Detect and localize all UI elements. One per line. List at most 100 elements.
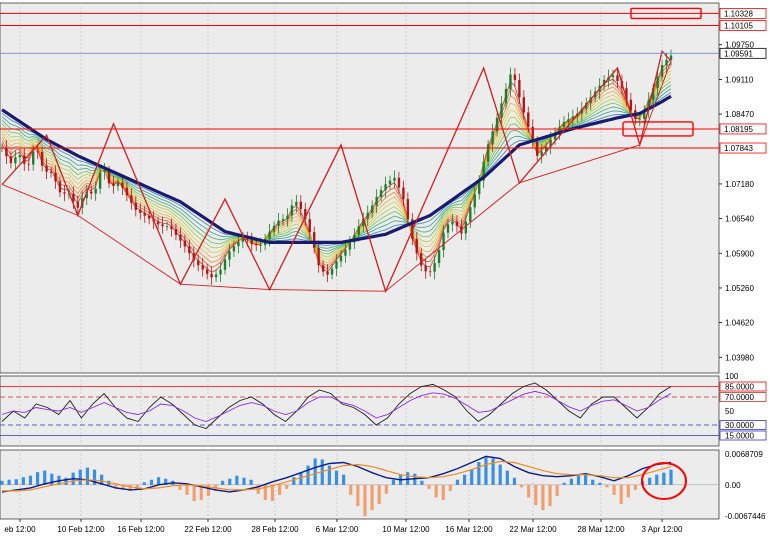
candle-body <box>335 261 338 269</box>
candle-body <box>562 122 566 127</box>
macd-histogram-bar <box>327 465 331 485</box>
time-tick-label-8: 22 Mar 12:00 <box>509 525 557 534</box>
candle-body <box>272 225 276 232</box>
candle-body <box>330 268 334 275</box>
price-tick-label-3: 1.08470 <box>725 110 754 119</box>
macd-histogram-bar <box>192 484 196 502</box>
candle-body <box>268 231 271 239</box>
macd-histogram-bar <box>334 470 339 485</box>
time-tick-label-0: eb 12:00 <box>4 525 36 534</box>
macd-histogram-bar <box>484 457 488 485</box>
time-tick-label-3: 22 Feb 12:00 <box>184 525 232 534</box>
candle-body <box>219 269 222 275</box>
candle-body <box>313 232 316 248</box>
panel-backgrounds <box>0 2 720 520</box>
macd-histogram-bar <box>235 475 239 485</box>
candle-body <box>437 250 441 264</box>
time-tick-label-1: 10 Feb 12:00 <box>57 525 105 534</box>
candle-body <box>130 195 133 203</box>
candle-body <box>201 265 204 270</box>
candle-body <box>375 196 378 206</box>
macd-histogram-bar <box>548 484 552 507</box>
candle-body <box>63 192 66 194</box>
level-tag-label-0: 1.10328 <box>724 9 753 18</box>
candle-body <box>107 170 111 184</box>
candle-body <box>170 226 173 230</box>
macd-histogram-bar <box>249 479 253 485</box>
candle-body <box>9 156 13 164</box>
candle-body <box>402 187 405 200</box>
candle-body <box>665 59 668 66</box>
rsi-tick-label-4: 30.0000 <box>725 421 754 430</box>
candle-body <box>179 234 182 241</box>
macd-histogram-bar <box>534 484 538 506</box>
candle-body <box>103 170 106 173</box>
time-tick-label-4: 28 Feb 12:00 <box>251 525 299 534</box>
macd-histogram-bar <box>569 478 573 485</box>
macd-histogram-bar <box>14 479 18 485</box>
macd-histogram-bar <box>142 482 146 485</box>
candle-body <box>112 183 115 187</box>
macd-histogram-bar <box>626 484 630 498</box>
macd-histogram-bar <box>0 480 4 485</box>
candle-body <box>656 76 659 89</box>
candle-body <box>660 65 664 77</box>
candle-body <box>197 260 200 266</box>
macd-histogram-bar <box>477 462 481 485</box>
trading-chart-svg[interactable]: 100 85.000070.0000 50 30.0000 15.0000 0.0068… <box>0 0 770 540</box>
candle-body <box>366 212 369 219</box>
candle-body <box>259 245 262 246</box>
candle-body <box>420 253 423 266</box>
candle-body <box>139 209 142 213</box>
candle-body <box>451 221 454 225</box>
candle-body <box>125 187 129 196</box>
price-tick-label-4: 1.07180 <box>725 180 754 189</box>
macd-histogram-bar <box>655 474 659 485</box>
trading-chart-window[interactable]: 100 85.0000 70.0000 50 30.0000 15.0000 0.0068… <box>0 0 770 540</box>
candle-body <box>223 259 227 270</box>
candle-body <box>415 238 418 254</box>
macd-histogram-bar <box>427 484 431 489</box>
candle-body <box>183 240 187 247</box>
candle-body <box>518 79 521 98</box>
level-tag-label-1: 1.10105 <box>724 21 753 30</box>
candle-body <box>290 205 294 216</box>
candle-body <box>58 181 62 193</box>
macd-histogram-bar <box>384 484 388 494</box>
macd-histogram-bar <box>512 477 517 485</box>
macd-histogram-bar <box>370 484 374 511</box>
candle-body <box>210 273 213 278</box>
candle-body <box>522 97 526 113</box>
rsi-tick-label-0: 100 <box>725 372 739 381</box>
candle-body <box>469 207 472 222</box>
candle-body <box>567 119 570 123</box>
candle-body <box>308 219 311 233</box>
macd-histogram-bar <box>185 484 189 495</box>
candle-body <box>611 75 615 78</box>
candle-body <box>536 141 539 156</box>
candle-body <box>228 251 231 260</box>
candle-body <box>446 224 450 233</box>
price-tick-label-6: 1.05900 <box>725 249 754 258</box>
macd-histogram-bar <box>662 472 666 485</box>
macd-histogram-bar <box>21 477 25 485</box>
macd-histogram-bar <box>591 479 595 485</box>
candle-body <box>491 131 494 145</box>
candle-body <box>428 271 432 273</box>
candle-body <box>629 99 633 111</box>
candle-body <box>250 239 253 245</box>
macd-histogram-bar <box>541 484 545 511</box>
macd-histogram-bar <box>292 477 296 485</box>
time-tick-label-9: 28 Mar 12:00 <box>577 525 625 534</box>
price-tick-label-9: 1.03980 <box>725 353 754 362</box>
macd-histogram-bar <box>420 480 424 485</box>
candle-body <box>134 202 137 210</box>
macd-histogram-bar <box>605 484 609 488</box>
candle-body <box>18 155 22 158</box>
candle-body <box>214 274 218 278</box>
time-tick-label-5: 6 Mar 12:00 <box>316 525 359 534</box>
macd-histogram-bar <box>434 484 438 498</box>
candle-body <box>143 212 146 216</box>
price-tick-label-5: 1.06540 <box>725 215 754 224</box>
price-tick-label-2: 1.09110 <box>725 75 754 84</box>
